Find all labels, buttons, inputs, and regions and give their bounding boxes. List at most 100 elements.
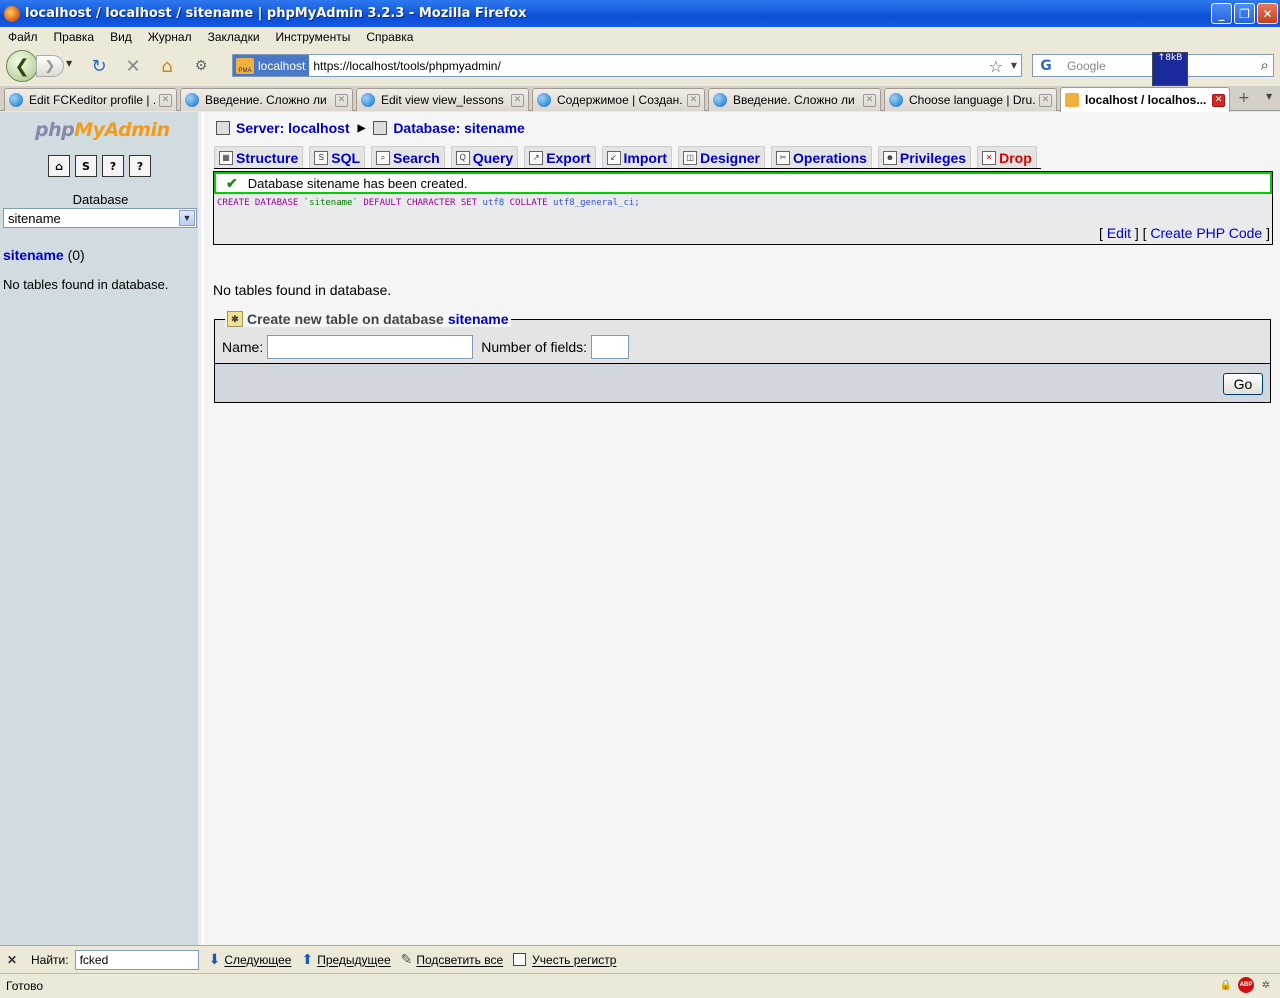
tab-list-dropdown-icon[interactable]: ▼ <box>1266 92 1272 101</box>
tab-close-icon[interactable]: ✕ <box>159 93 172 107</box>
tab-privileges[interactable]: ☻ Privileges <box>877 146 972 168</box>
server-icon <box>216 121 230 135</box>
url-dropdown-icon[interactable]: ▼ <box>1011 61 1017 70</box>
menu-view[interactable]: Вид <box>102 30 140 44</box>
drupal-icon <box>537 93 551 107</box>
site-identity-badge[interactable]: PMA localhost <box>233 55 310 76</box>
breadcrumb: Server: localhost ▶ Database: sitename <box>216 120 525 136</box>
left-no-tables-text: No tables found in database. <box>3 277 169 292</box>
tab-close-icon[interactable]: ✕ <box>511 93 524 107</box>
query-links: [ Edit ] [ Create PHP Code ] <box>1099 225 1270 241</box>
menu-history[interactable]: Журнал <box>140 30 200 44</box>
back-button[interactable]: ❮ <box>6 50 38 82</box>
create-table-legend-text: Create new table on database <box>247 311 444 327</box>
url-bar[interactable]: PMA localhost https://localhost/tools/ph… <box>232 54 1022 77</box>
lock-icon[interactable]: 🔒 <box>1218 977 1234 993</box>
designer-icon: ◫ <box>683 150 698 165</box>
tab-sql[interactable]: S SQL <box>309 146 366 168</box>
left-db-link[interactable]: sitename <box>3 247 64 263</box>
home-icon[interactable]: ⌂ <box>156 55 178 77</box>
menu-file[interactable]: Файл <box>0 30 46 44</box>
docs-icon[interactable]: ? <box>102 155 124 177</box>
google-engine-icon[interactable]: G <box>1033 55 1059 76</box>
number-of-fields-input[interactable] <box>591 335 630 359</box>
close-window-button[interactable]: ✕ <box>1257 3 1278 24</box>
sql-query-icon[interactable]: S <box>75 155 97 177</box>
firefox-icon <box>4 5 20 22</box>
new-tab-icon[interactable]: + <box>1238 90 1250 106</box>
search-icon[interactable]: ⌕ <box>1261 56 1269 74</box>
forward-button[interactable]: ❯ <box>36 55 64 77</box>
table-name-label: Name: <box>222 339 264 355</box>
tab-import[interactable]: ↙ Import <box>601 146 673 168</box>
bookmark-star-icon[interactable]: ☆ <box>989 57 1003 76</box>
minimize-button[interactable]: _ <box>1211 3 1232 24</box>
url-text[interactable]: https://localhost/tools/phpmyadmin/ <box>313 59 500 73</box>
tab-structure[interactable]: ▦ Structure <box>214 146 304 168</box>
sql-keyword: COLLATE <box>509 198 548 208</box>
sql-icon: S <box>314 150 329 165</box>
create-table-db-link[interactable]: sitename <box>448 311 509 327</box>
tab-close-icon[interactable]: ✕ <box>1212 93 1225 107</box>
mysql-docs-icon[interactable]: ? <box>129 155 151 177</box>
tab-search[interactable]: ⌕ Search <box>371 146 445 168</box>
addon-icon[interactable]: ⚙ <box>190 55 212 77</box>
browser-tab[interactable]: Edit view view_lessons ... ✕ <box>356 88 529 111</box>
find-bar: ✕ Найти: fcked ⬇ Следующее ⬆ Предыдущее ✎ П… <box>0 945 1280 973</box>
browser-tab[interactable]: Содержимое | Создан... ✕ <box>532 88 705 111</box>
history-dropdown-icon[interactable]: ▼ <box>66 59 72 68</box>
reload-icon[interactable]: ↻ <box>88 55 110 77</box>
find-next-button[interactable]: ⬇ Следующее <box>209 951 292 968</box>
highlighter-icon: ✎ <box>400 951 413 967</box>
net-widget-label: ↑8kB <box>1157 53 1183 63</box>
tab-export[interactable]: ↗ Export <box>524 146 596 168</box>
breadcrumb-database[interactable]: Database: sitename <box>393 120 525 136</box>
menu-edit[interactable]: Правка <box>46 30 103 44</box>
breadcrumb-server[interactable]: Server: localhost <box>236 120 350 136</box>
tab-operations[interactable]: ✂ Operations <box>771 146 872 168</box>
tab-close-icon[interactable]: ✕ <box>335 93 348 107</box>
privileges-icon: ☻ <box>882 150 897 165</box>
export-icon: ↗ <box>529 150 544 165</box>
stop-icon[interactable]: ✕ <box>122 55 144 77</box>
drupal-icon <box>9 93 23 107</box>
find-input[interactable]: fcked <box>74 949 199 970</box>
new-table-icon: ✱ <box>227 311 243 327</box>
database-select[interactable]: sitename ▼ <box>3 208 197 228</box>
tab-designer[interactable]: ◫ Designer <box>678 146 766 168</box>
adblock-icon[interactable]: ABP <box>1238 977 1254 993</box>
close-find-bar-icon[interactable]: ✕ <box>7 953 21 967</box>
arrow-up-icon: ⬆ <box>301 951 314 967</box>
logo-admin: Admin <box>104 119 171 141</box>
tab-label: Drop <box>999 149 1032 166</box>
no-tables-text: No tables found in database. <box>213 282 392 298</box>
create-php-code-link[interactable]: Create PHP Code <box>1150 225 1262 241</box>
match-case-checkbox[interactable]: Учесть регистр <box>513 953 616 967</box>
menu-bookmarks[interactable]: Закладки <box>200 30 268 44</box>
highlight-all-button[interactable]: ✎ Подсветить все <box>401 951 503 968</box>
tab-drop[interactable]: ✕ Drop <box>977 146 1037 168</box>
browser-tab[interactable]: Введение. Сложно ли ... ✕ <box>180 88 353 111</box>
tab-close-icon[interactable]: ✕ <box>687 93 700 107</box>
browser-tab[interactable]: Edit FCKeditor profile | ... ✕ <box>4 88 177 111</box>
edit-query-link[interactable]: Edit <box>1107 225 1131 241</box>
go-button[interactable]: Go <box>1223 373 1263 395</box>
maximize-button[interactable]: ❐ <box>1234 3 1255 24</box>
menu-help[interactable]: Справка <box>358 30 421 44</box>
browser-tab-active[interactable]: localhost / localhos... ✕ <box>1060 87 1230 112</box>
chevron-down-icon[interactable]: ▼ <box>179 210 195 226</box>
find-previous-button[interactable]: ⬆ Предыдущее <box>301 951 390 968</box>
menu-tools[interactable]: Инструменты <box>268 30 359 44</box>
home-icon[interactable]: ⌂ <box>48 155 70 177</box>
gear-icon[interactable]: ✲ <box>1258 977 1274 993</box>
drupal-icon <box>889 93 903 107</box>
tab-label: Search <box>393 149 440 166</box>
phpmyadmin-logo[interactable]: phpMyAdmin <box>35 119 170 141</box>
tab-close-icon[interactable]: ✕ <box>863 93 876 107</box>
browser-tab[interactable]: Введение. Сложно ли ... ✕ <box>708 88 881 111</box>
browser-tab[interactable]: Choose language | Dru... ✕ <box>884 88 1057 111</box>
tab-query[interactable]: Q Query <box>450 146 519 168</box>
checkbox-icon[interactable] <box>513 953 527 966</box>
tab-close-icon[interactable]: ✕ <box>1039 93 1052 107</box>
table-name-input[interactable] <box>267 335 474 359</box>
